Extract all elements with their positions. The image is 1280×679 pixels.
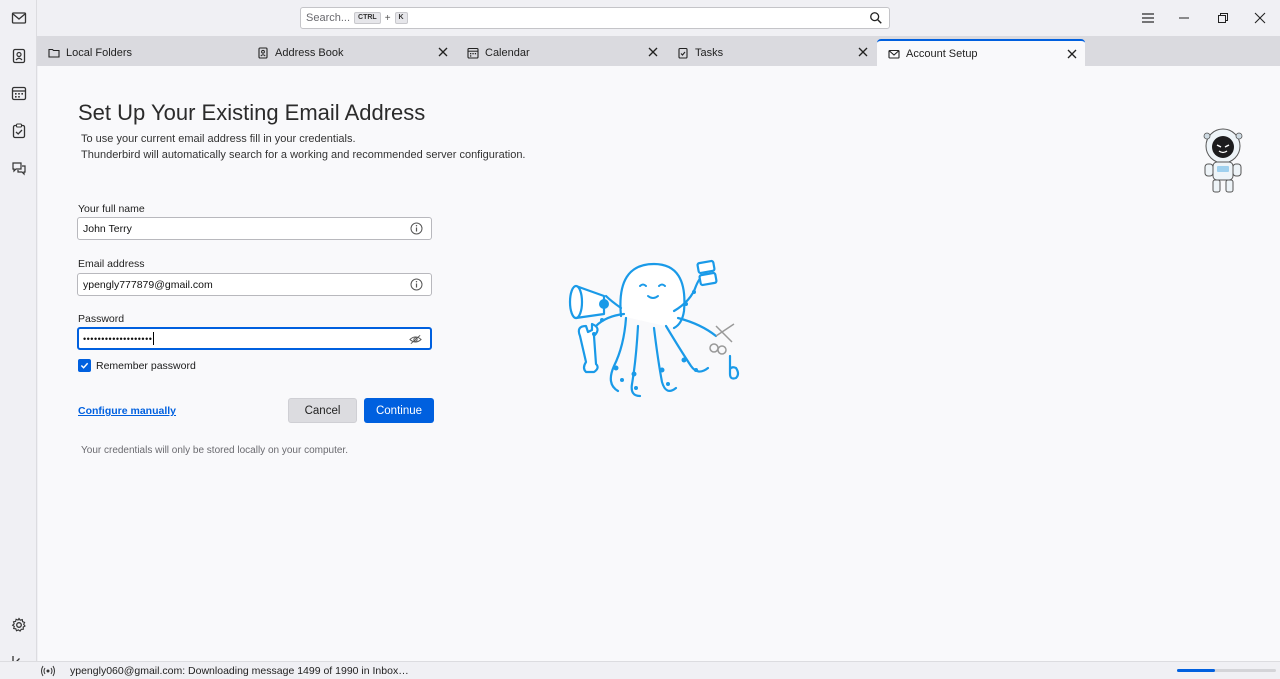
password-label: Password [78, 313, 125, 325]
restore-icon [1218, 13, 1228, 23]
info-icon[interactable] [410, 222, 423, 235]
close-tab-icon[interactable] [856, 45, 870, 59]
chat-space-button[interactable] [6, 155, 31, 180]
remember-password-row: Remember password [78, 359, 196, 372]
tab-label: Calendar [485, 46, 530, 59]
shortcut-key: K [394, 12, 408, 24]
settings-button[interactable] [6, 612, 31, 637]
folder-icon [48, 47, 60, 59]
calendar-icon [467, 47, 479, 59]
tab-label: Address Book [275, 46, 344, 59]
global-search-input[interactable]: Search... CTRL + K [300, 7, 890, 29]
address-book-icon [12, 48, 25, 63]
tasks-space-button[interactable] [6, 118, 31, 143]
tab-calendar[interactable]: Calendar [456, 39, 666, 66]
tab-local-folders[interactable]: Local Folders [37, 39, 247, 66]
password-input[interactable]: ••••••••••••••••••• [77, 327, 432, 350]
status-message: ypengly060@gmail.com: Downloading messag… [70, 665, 409, 677]
calendar-space-button[interactable] [6, 80, 31, 105]
local-storage-note: Your credentials will only be stored loc… [81, 445, 348, 456]
tasks-icon [677, 47, 689, 59]
remember-password-label: Remember password [96, 359, 196, 372]
email-label: Email address [78, 258, 145, 270]
tab-label: Account Setup [906, 47, 978, 60]
configure-manually-link[interactable]: Configure manually [78, 405, 176, 417]
title-bar: Search... CTRL + K [37, 0, 1280, 36]
tab-account-setup[interactable]: Account Setup [877, 39, 1085, 66]
close-tab-icon[interactable] [436, 45, 450, 59]
tab-address-book[interactable]: Address Book [246, 39, 456, 66]
close-tab-icon[interactable] [1065, 47, 1079, 61]
address-book-icon [257, 46, 269, 59]
info-icon[interactable] [410, 278, 423, 291]
subtitle-line-1: To use your current email address fill i… [81, 133, 356, 145]
tab-label: Local Folders [66, 46, 133, 59]
mail-space-button[interactable] [6, 5, 31, 30]
minimize-button[interactable] [1172, 6, 1196, 30]
address-book-space-button[interactable] [6, 43, 31, 68]
spaces-toolbar [0, 0, 37, 668]
close-icon [1254, 12, 1266, 24]
search-placeholder: Search... [306, 12, 351, 24]
full-name-label: Your full name [78, 203, 145, 215]
thunderbird-window: Search... CTRL + K Local Folders Address… [0, 0, 1280, 679]
minimize-icon [1179, 17, 1189, 19]
subtitle-line-2: Thunderbird will automatically search fo… [81, 149, 526, 161]
mail-icon [888, 48, 900, 60]
astronaut-mascot-illustration [1203, 128, 1243, 193]
full-name-value: John Terry [83, 222, 132, 235]
mail-icon [11, 11, 26, 24]
password-mask: ••••••••••••••••••• [83, 333, 153, 344]
download-progress-fill [1177, 669, 1215, 672]
email-value: ypengly777879@gmail.com [83, 278, 213, 291]
download-progress-bar [1177, 669, 1276, 672]
tab-strip: Local Folders Address Book Calendar Task… [37, 36, 1280, 66]
close-window-button[interactable] [1248, 6, 1272, 30]
restore-button[interactable] [1211, 6, 1235, 30]
chat-icon [11, 161, 26, 175]
status-bar: ypengly060@gmail.com: Downloading messag… [0, 661, 1280, 679]
continue-button[interactable]: Continue [364, 398, 434, 423]
tasks-icon [12, 122, 25, 138]
close-tab-icon[interactable] [646, 45, 660, 59]
page-title: Set Up Your Existing Email Address [78, 100, 426, 125]
app-menu-button[interactable] [1136, 6, 1160, 30]
gear-icon [11, 617, 26, 632]
email-input[interactable]: ypengly777879@gmail.com [77, 273, 432, 296]
cancel-button[interactable]: Cancel [288, 398, 357, 423]
online-status-icon[interactable] [40, 665, 56, 677]
tab-tasks[interactable]: Tasks [666, 39, 876, 66]
text-caret [153, 332, 155, 345]
tab-label: Tasks [695, 46, 724, 59]
shortcut-plus: + [384, 12, 391, 24]
eye-hidden-icon[interactable] [409, 333, 422, 346]
shortcut-ctrl: CTRL [354, 12, 381, 24]
remember-password-checkbox[interactable] [78, 359, 91, 372]
octopus-illustration [568, 259, 740, 398]
account-setup-panel: Set Up Your Existing Email Address To us… [38, 66, 1280, 661]
checkmark-icon [80, 362, 89, 369]
search-icon[interactable] [869, 11, 883, 25]
hamburger-menu-icon [1142, 13, 1154, 23]
calendar-icon [11, 86, 26, 100]
full-name-input[interactable]: John Terry [77, 217, 432, 240]
